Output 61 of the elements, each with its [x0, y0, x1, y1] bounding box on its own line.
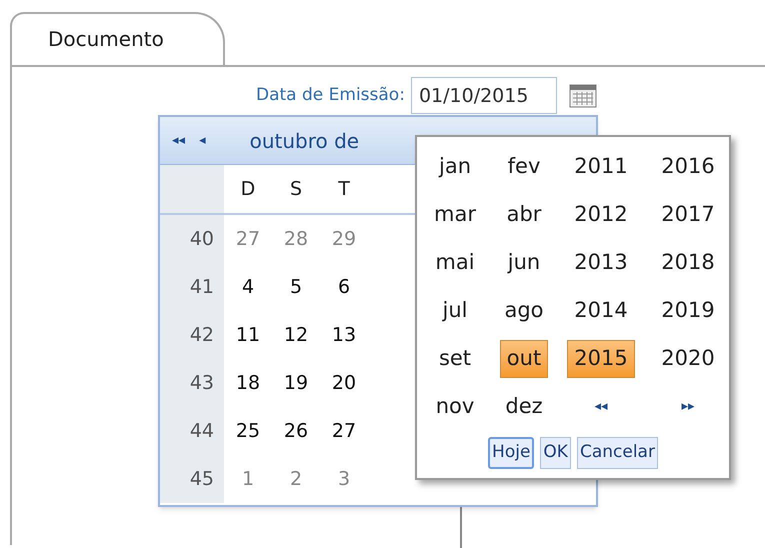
- week-number: 42: [190, 322, 214, 348]
- year-option[interactable]: 2014: [568, 293, 634, 329]
- week-number: 43: [190, 370, 214, 396]
- day-cell[interactable]: 28: [272, 224, 320, 254]
- day-cell[interactable]: 2: [272, 464, 320, 494]
- month-option[interactable]: ago: [498, 293, 550, 329]
- field-label: Data de Emissão:: [256, 84, 405, 107]
- day-cell[interactable]: 25: [224, 416, 272, 446]
- calendar-icon[interactable]: [568, 84, 597, 108]
- month-option[interactable]: out: [500, 340, 548, 378]
- previous-month-button[interactable]: ◂: [199, 130, 206, 150]
- day-cell[interactable]: 19: [272, 368, 320, 398]
- month-option[interactable]: jan: [432, 149, 477, 185]
- year-option[interactable]: 2011: [568, 149, 634, 185]
- year-option[interactable]: 2017: [655, 197, 721, 233]
- weekday-header: S: [288, 176, 304, 202]
- day-cell[interactable]: 20: [320, 368, 368, 398]
- previous-years-button[interactable]: ◂◂: [594, 397, 608, 417]
- week-number: 44: [190, 418, 214, 444]
- month-option[interactable]: mar: [428, 197, 482, 233]
- day-cell[interactable]: 11: [224, 320, 272, 350]
- year-option[interactable]: 2019: [655, 293, 721, 329]
- picker-button[interactable]: Hoje: [488, 437, 534, 469]
- tab[interactable]: Documento: [10, 12, 225, 65]
- month-option[interactable]: mai: [429, 245, 481, 281]
- picker-button[interactable]: OK: [540, 437, 571, 469]
- week-number: 45: [190, 466, 214, 492]
- day-cell[interactable]: 18: [224, 368, 272, 398]
- day-cell[interactable]: 26: [272, 416, 320, 446]
- day-cell[interactable]: 27: [224, 224, 272, 254]
- day-cell[interactable]: 27: [320, 416, 368, 446]
- calendar-title: outubro de: [250, 128, 360, 154]
- year-option[interactable]: 2020: [655, 341, 721, 377]
- weekday-header: D: [240, 176, 256, 202]
- month-option[interactable]: nov: [430, 389, 480, 425]
- day-cell[interactable]: 4: [224, 272, 272, 302]
- month-option[interactable]: fev: [502, 149, 546, 185]
- month-option[interactable]: abr: [500, 197, 548, 233]
- day-cell[interactable]: 6: [320, 272, 368, 302]
- week-number: 41: [190, 274, 214, 300]
- year-option[interactable]: 2013: [568, 245, 634, 281]
- date-input-field[interactable]: 01/10/2015: [410, 77, 557, 114]
- previous-year-button[interactable]: ◂◂: [172, 130, 186, 150]
- month-option[interactable]: set: [432, 341, 478, 377]
- day-cell[interactable]: 3: [320, 464, 368, 494]
- picker-button[interactable]: Cancelar: [576, 437, 658, 469]
- year-option[interactable]: 2016: [655, 149, 721, 185]
- year-option[interactable]: 2012: [568, 197, 634, 233]
- year-option[interactable]: 2018: [655, 245, 721, 281]
- day-cell[interactable]: 1: [224, 464, 272, 494]
- next-years-button[interactable]: ▸▸: [681, 397, 695, 417]
- day-cell[interactable]: 5: [272, 272, 320, 302]
- weekday-header: T: [337, 176, 351, 202]
- day-cell[interactable]: 29: [320, 224, 368, 254]
- day-cell[interactable]: 13: [320, 320, 368, 350]
- week-number: 40: [190, 226, 214, 252]
- month-option[interactable]: jun: [502, 245, 546, 281]
- month-option[interactable]: dez: [499, 389, 549, 425]
- day-cell[interactable]: 12: [272, 320, 320, 350]
- year-option[interactable]: 2015: [567, 340, 635, 378]
- month-option[interactable]: jul: [436, 293, 474, 329]
